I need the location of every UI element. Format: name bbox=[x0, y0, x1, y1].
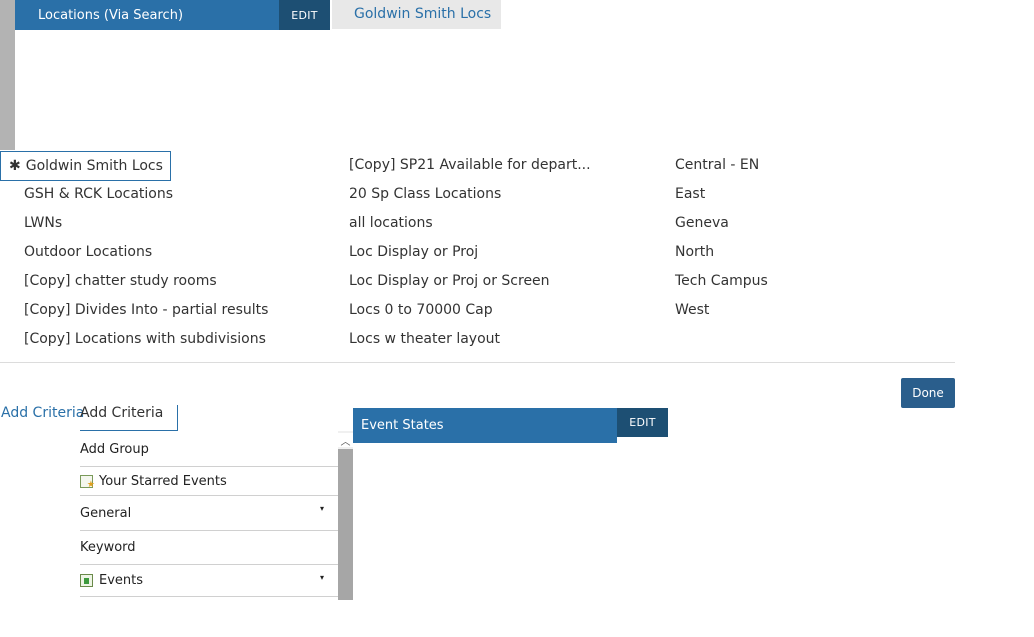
dropdown-item-general[interactable]: General ▾ bbox=[80, 496, 338, 531]
location-option[interactable]: Tech Campus bbox=[675, 272, 768, 290]
location-option[interactable]: Locs w theater layout bbox=[349, 330, 500, 348]
add-criteria-link[interactable]: Add Criteria bbox=[1, 405, 84, 421]
caret-down-icon: ▾ bbox=[320, 504, 325, 513]
event-states-edit-button[interactable]: EDIT bbox=[617, 408, 668, 437]
dropdown-scrollbar[interactable]: ︿ bbox=[338, 431, 353, 600]
location-option[interactable]: GSH & RCK Locations bbox=[24, 185, 173, 203]
location-option[interactable]: [Copy] Divides Into - partial results bbox=[24, 301, 268, 319]
add-criteria-tab[interactable]: Add Criteria bbox=[80, 405, 178, 431]
location-option[interactable]: Locs 0 to 70000 Cap bbox=[349, 301, 493, 319]
location-option[interactable]: North bbox=[675, 243, 714, 261]
location-option[interactable]: Geneva bbox=[675, 214, 729, 232]
location-option[interactable]: [Copy] Locations with subdivisions bbox=[24, 330, 266, 348]
dropdown-scroll-thumb[interactable] bbox=[338, 449, 353, 600]
location-option[interactable]: Central - EN bbox=[675, 156, 759, 174]
locations-selected-value: Goldwin Smith Locs bbox=[332, 0, 501, 29]
locations-panel-title: Locations (Via Search) bbox=[38, 8, 184, 23]
dropdown-item-your-starred-events[interactable]: Your Starred Events bbox=[80, 467, 338, 496]
done-button[interactable]: Done bbox=[901, 378, 955, 408]
scroll-up-arrow-icon[interactable]: ︿ bbox=[338, 433, 353, 448]
dropdown-item-label: Your Starred Events bbox=[99, 473, 227, 489]
location-option[interactable]: LWNs bbox=[24, 214, 62, 232]
events-icon bbox=[80, 574, 93, 587]
dropdown-item-label: Keyword bbox=[80, 540, 136, 555]
location-option[interactable]: [Copy] SP21 Available for depart... bbox=[349, 156, 591, 174]
locations-panel-header: Locations (Via Search) bbox=[15, 0, 279, 30]
event-states-panel-header: Event States bbox=[353, 408, 617, 443]
dropdown-item-label: General bbox=[80, 505, 132, 521]
left-scrollbar[interactable] bbox=[0, 0, 15, 150]
location-option-goldwin-smith-locs[interactable]: ✱ Goldwin Smith Locs bbox=[0, 151, 171, 181]
locations-edit-button[interactable]: EDIT bbox=[279, 0, 330, 30]
starred-events-icon bbox=[80, 474, 95, 490]
event-states-panel-title: Event States bbox=[361, 418, 444, 433]
location-option[interactable]: East bbox=[675, 185, 705, 203]
dropdown-item-keyword[interactable]: Keyword bbox=[80, 531, 338, 565]
location-option[interactable]: Loc Display or Proj bbox=[349, 243, 478, 261]
location-option[interactable]: Loc Display or Proj or Screen bbox=[349, 272, 550, 290]
location-option[interactable]: all locations bbox=[349, 214, 433, 232]
location-option[interactable]: [Copy] chatter study rooms bbox=[24, 272, 217, 290]
dropdown-item-add-group[interactable]: Add Group bbox=[80, 431, 338, 467]
location-option-label: Goldwin Smith Locs bbox=[25, 158, 163, 174]
section-divider bbox=[0, 362, 955, 363]
location-option[interactable]: 20 Sp Class Locations bbox=[349, 185, 501, 203]
caret-down-icon: ▾ bbox=[320, 573, 325, 582]
location-option[interactable]: West bbox=[675, 301, 709, 319]
location-option[interactable]: Outdoor Locations bbox=[24, 243, 152, 261]
dropdown-item-events[interactable]: Events ▾ bbox=[80, 565, 338, 597]
dropdown-item-label: Add Group bbox=[80, 442, 149, 457]
dropdown-item-label: Events bbox=[99, 573, 144, 588]
selected-asterisk-icon: ✱ bbox=[9, 158, 21, 174]
add-criteria-dropdown: Add Group Your Starred Events General ▾ … bbox=[80, 431, 353, 600]
